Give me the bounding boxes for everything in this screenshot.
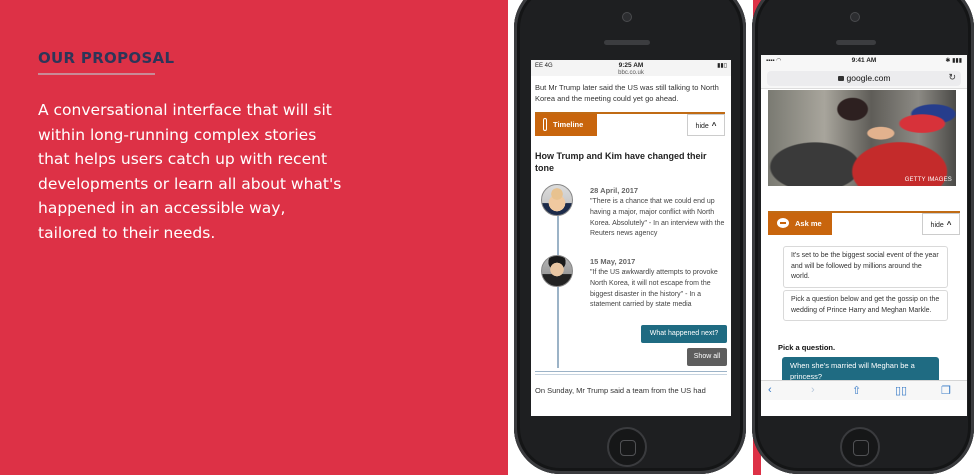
lock-icon [837,76,844,81]
show-all-button[interactable]: Show all [687,348,727,366]
status-time: 9:25 AM [618,62,644,69]
ask-me-label: Ask me [795,219,822,228]
chevron-up-icon: ^ [946,220,952,229]
timeline-entry-date: 28 April, 2017 [590,186,639,195]
divider [535,371,727,372]
proposal-title: OUR PROPOSAL [38,49,175,67]
bookmarks-icon[interactable]: ▯▯ [895,384,907,397]
google-article-screen: ▪▪▪▪ ◠ 9:41 AM ✱ ▮▮▮ google.com ↻ GETTY … [761,55,967,416]
status-time: 9:41 AM [851,57,877,64]
forward-icon[interactable]: › [811,384,815,396]
photo-credit: GETTY IMAGES [904,177,952,183]
ask-me-header: Ask me hide ^ [768,211,960,235]
timeline-heading: How Trump and Kim have changed their ton… [535,151,707,173]
proposal-description: A conversational interface that will sit… [38,101,342,242]
pick-question-label: Pick a question. [778,343,836,352]
phone-mockup-bbc: EE 4G 9:25 AM ▮▮▯ bbc.co.uk But Mr Trump… [514,0,746,474]
what-happened-next-button[interactable]: What happened next? [641,325,727,343]
timeline-entry-date: 15 May, 2017 [590,257,636,266]
article-continuation-text: On Sunday, Mr Trump said a team from the… [535,386,706,395]
hide-ask-me-button[interactable]: hide ^ [922,213,960,235]
timeline-tab[interactable]: Timeline [535,114,597,136]
hide-label: hide [930,222,944,229]
bbc-article-screen: EE 4G 9:25 AM ▮▮▯ bbc.co.uk But Mr Trump… [531,60,731,416]
proposal-panel: OUR PROPOSAL A conversational interface … [0,0,508,475]
title-underline [38,73,155,75]
chat-message: Pick a question below and get the gossip… [783,290,948,321]
front-camera [622,12,632,22]
timeline-entry-text: "If the US awkwardly attempts to provoke… [590,269,718,309]
url-text: google.com [846,73,891,83]
reload-icon[interactable]: ↻ [948,72,956,83]
ask-me-tab[interactable]: Ask me [768,213,832,235]
home-button[interactable] [607,427,647,467]
back-icon[interactable]: ‹ [768,384,772,396]
url-field[interactable]: google.com ↻ [767,71,961,86]
hide-label: hide [695,123,709,130]
kim-avatar [541,255,573,287]
chat-message: It's set to be the biggest social event … [783,246,948,288]
chevron-up-icon: ^ [711,121,717,130]
earpiece-speaker [604,40,650,45]
timeline-label: Timeline [553,120,584,129]
tabs-icon[interactable]: ❐ [941,384,951,397]
phone-mockup-google: ▪▪▪▪ ◠ 9:41 AM ✱ ▮▮▮ google.com ↻ GETTY … [752,0,974,474]
timeline-entry-text: "There is a chance that we could end up … [590,198,725,238]
safari-toolbar: ‹ › ⇧ ▯▯ ❐ [761,380,967,400]
battery-icon: ▮▮▯ [717,63,727,69]
timeline-header: Timeline hide ^ [535,112,725,136]
hide-timeline-button[interactable]: hide ^ [687,114,725,136]
share-icon[interactable]: ⇧ [852,384,861,397]
article-intro-text: But Mr Trump later said the US was still… [535,83,719,103]
earpiece-speaker [836,40,876,45]
page-url: bbc.co.uk [618,70,644,76]
home-button[interactable] [840,427,880,467]
front-camera [850,12,860,22]
battery-icon: ✱ ▮▮▮ [945,58,962,64]
chat-bubble-icon [777,218,789,228]
article-photo: GETTY IMAGES [768,90,956,186]
address-bar: google.com ↻ [761,69,967,89]
timeline-icon [543,118,547,131]
trump-avatar [541,184,573,216]
status-bar: ▪▪▪▪ ◠ 9:41 AM ✱ ▮▮▮ [761,55,967,69]
divider [535,374,727,375]
